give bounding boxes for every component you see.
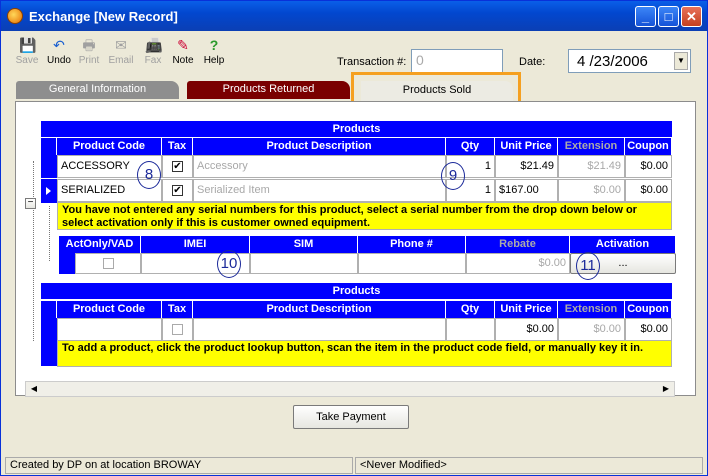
tax-checkbox[interactable]	[172, 324, 183, 335]
col-qty[interactable]: Qty	[446, 138, 495, 155]
col-sim[interactable]: SIM	[250, 236, 358, 253]
col-product-description[interactable]: Product Description	[193, 301, 446, 318]
unit-price-cell[interactable]: $21.49	[495, 155, 558, 178]
callout-10: 10	[217, 250, 241, 278]
minimize-button[interactable]: _	[635, 6, 656, 27]
save-icon: 💾	[19, 37, 37, 53]
tax-cell[interactable]: ✔	[162, 155, 193, 178]
actonly-cell[interactable]	[75, 253, 141, 274]
unit-price-cell[interactable]: $167.00	[495, 179, 558, 202]
current-row-arrow-icon	[46, 187, 51, 195]
save-button[interactable]: 💾 Save	[13, 37, 41, 66]
sim-cell[interactable]	[250, 253, 358, 274]
collapse-toggle[interactable]: −	[25, 198, 36, 209]
description-cell[interactable]	[193, 318, 446, 341]
status-created: Created by DP on at location BROWAY	[5, 457, 353, 474]
date-picker[interactable]: 4 /23/2006 ▼	[568, 49, 691, 73]
col-product-description[interactable]: Product Description	[193, 138, 446, 155]
extension-cell: $0.00	[558, 318, 625, 341]
col-tax[interactable]: Tax	[162, 138, 193, 155]
note-button[interactable]: ✎ Note	[169, 37, 197, 66]
description-cell[interactable]: Serialized Item	[193, 179, 446, 202]
unit-price-cell[interactable]: $0.00	[495, 318, 558, 341]
help-icon: ?	[209, 37, 219, 53]
scroll-left-icon[interactable]: ◀	[26, 382, 42, 396]
tax-checkbox[interactable]: ✔	[172, 185, 183, 196]
col-extension[interactable]: Extension	[558, 301, 625, 318]
col-actonly-vad[interactable]: ActOnly/VAD	[59, 236, 141, 253]
callout-9: 9	[441, 162, 465, 190]
close-button[interactable]: ✕	[681, 6, 702, 27]
coupon-cell[interactable]: $0.00	[625, 318, 672, 341]
col-qty[interactable]: Qty	[446, 301, 495, 318]
undo-button[interactable]: ↶ Undo	[45, 37, 73, 66]
fax-button[interactable]: 📠 Fax	[139, 37, 167, 66]
extension-cell: $0.00	[558, 179, 625, 202]
actonly-checkbox[interactable]	[103, 258, 114, 269]
add-product-message: To add a product, click the product look…	[57, 340, 672, 367]
tree-line	[33, 161, 41, 341]
tree-line	[49, 206, 55, 261]
status-bar: Created by DP on at location BROWAY <Nev…	[3, 457, 705, 475]
col-unit-price[interactable]: Unit Price	[495, 301, 558, 318]
title-bar[interactable]: Exchange [New Record] _ □ ✕	[1, 1, 707, 31]
products-section-header: Products	[41, 283, 672, 299]
print-button[interactable]: 🖶 Print	[75, 37, 103, 66]
col-rebate[interactable]: Rebate	[466, 236, 570, 253]
callout-8: 8	[137, 161, 161, 189]
col-extension[interactable]: Extension	[558, 138, 625, 155]
coupon-cell[interactable]: $0.00	[625, 179, 672, 202]
serial-row-selector[interactable]	[59, 253, 75, 274]
callout-11: 11	[576, 252, 600, 280]
col-phone[interactable]: Phone #	[358, 236, 466, 253]
print-icon: 🖶	[82, 37, 96, 53]
exchange-window: Exchange [New Record] _ □ ✕ 💾 Save ↶ Undo …	[0, 0, 708, 476]
serial-warning-message: You have not entered any serial numbers …	[57, 202, 672, 230]
scroll-right-icon[interactable]: ▶	[658, 382, 674, 396]
col-product-code[interactable]: Product Code	[57, 301, 162, 318]
horizontal-scrollbar[interactable]: ◀ ▶	[25, 381, 675, 397]
col-coupon[interactable]: Coupon	[625, 138, 672, 155]
products-section-header: Products	[41, 121, 672, 137]
tax-cell[interactable]	[162, 318, 193, 341]
qty-cell[interactable]	[446, 318, 495, 341]
email-icon: ✉	[115, 37, 127, 53]
tax-cell[interactable]: ✔	[162, 179, 193, 202]
app-icon	[7, 8, 23, 24]
row-selector-current[interactable]	[41, 179, 57, 203]
description-cell[interactable]: Accessory	[193, 155, 446, 178]
col-product-code[interactable]: Product Code	[57, 138, 162, 155]
col-unit-price[interactable]: Unit Price	[495, 138, 558, 155]
tab-general-information[interactable]: General Information	[16, 81, 179, 99]
maximize-button[interactable]: □	[658, 6, 679, 27]
col-tax[interactable]: Tax	[162, 301, 193, 318]
note-icon: ✎	[177, 37, 189, 53]
window-title: Exchange [New Record]	[29, 9, 178, 24]
fax-icon: 📠	[145, 37, 163, 53]
undo-icon: ↶	[53, 37, 65, 53]
phone-cell[interactable]	[358, 253, 466, 274]
email-button[interactable]: ✉ Email	[107, 37, 135, 66]
row-selector[interactable]	[41, 155, 57, 178]
rebate-cell: $0.00	[466, 253, 570, 274]
new-row-selector[interactable]	[41, 318, 57, 366]
coupon-cell[interactable]: $0.00	[625, 155, 672, 178]
tax-checkbox[interactable]: ✔	[172, 161, 183, 172]
transaction-input[interactable]: 0	[411, 49, 503, 73]
row-header-corner	[41, 138, 57, 155]
col-coupon[interactable]: Coupon	[625, 301, 672, 318]
status-modified: <Never Modified>	[355, 457, 703, 474]
row-header-corner	[41, 301, 57, 318]
product-code-cell[interactable]	[57, 318, 162, 341]
take-payment-button[interactable]: Take Payment	[293, 405, 409, 429]
extension-cell: $21.49	[558, 155, 625, 178]
col-activation[interactable]: Activation	[570, 236, 676, 253]
transaction-label: Transaction #:	[337, 56, 407, 68]
date-label: Date:	[519, 56, 546, 68]
help-button[interactable]: ? Help	[200, 37, 228, 66]
chevron-down-icon[interactable]: ▼	[674, 52, 688, 70]
tab-products-returned[interactable]: Products Returned	[187, 81, 350, 99]
